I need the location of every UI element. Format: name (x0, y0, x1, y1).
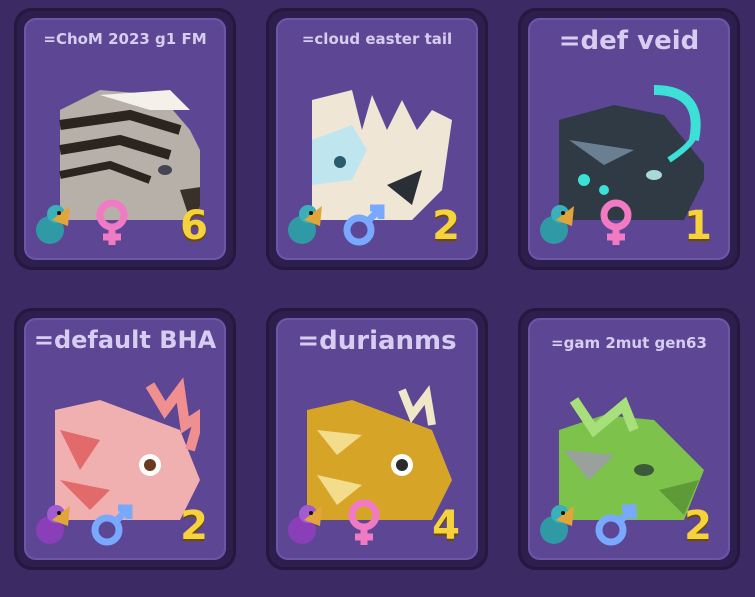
creature-count: 2 (432, 203, 460, 249)
creature-card[interactable]: =durianms 4 (266, 308, 488, 570)
card-panel: =default BHA 2 (24, 318, 226, 560)
teal-dragon-icon (288, 205, 322, 244)
creature-grid: =ChoM 2023 g1 FM 6 =cloud easter tail 2 … (0, 0, 755, 597)
creature-name: =cloud easter tail (301, 30, 453, 48)
creature-name: =default BHA (33, 326, 217, 354)
card-panel: =ChoM 2023 g1 FM 6 (24, 18, 226, 260)
purple-dragon-icon (288, 505, 322, 544)
card-panel: =durianms 4 (276, 318, 478, 560)
creature-name: =gam 2mut gen63 (551, 334, 707, 352)
creature-count: 4 (432, 503, 460, 549)
creature-count: 2 (684, 503, 712, 549)
creature-count: 1 (684, 203, 712, 249)
teal-dragon-icon (36, 205, 70, 244)
creature-card[interactable]: =cloud easter tail 2 (266, 8, 488, 270)
male-icon (91, 504, 133, 546)
creature-name: =ChoM 2023 g1 FM (43, 30, 207, 48)
creature-card[interactable]: =gam 2mut gen63 2 (518, 308, 740, 570)
male-icon (343, 204, 385, 246)
card-panel: =gam 2mut gen63 2 (528, 318, 730, 560)
creature-card[interactable]: =default BHA 2 (14, 308, 236, 570)
teal-dragon-icon (540, 505, 574, 544)
teal-dragon-icon (540, 205, 574, 244)
female-icon (348, 499, 380, 545)
female-icon (600, 199, 632, 245)
creature-name: =def veid (558, 26, 700, 56)
creature-count: 6 (180, 203, 208, 249)
creature-count: 2 (180, 503, 208, 549)
card-panel: =cloud easter tail 2 (276, 18, 478, 260)
creature-card[interactable]: =def veid 1 (518, 8, 740, 270)
male-icon (595, 504, 637, 546)
card-panel: =def veid 1 (528, 18, 730, 260)
female-icon (96, 199, 128, 245)
purple-dragon-icon (36, 505, 70, 544)
creature-name: =durianms (297, 326, 457, 356)
creature-card[interactable]: =ChoM 2023 g1 FM 6 (14, 8, 236, 270)
